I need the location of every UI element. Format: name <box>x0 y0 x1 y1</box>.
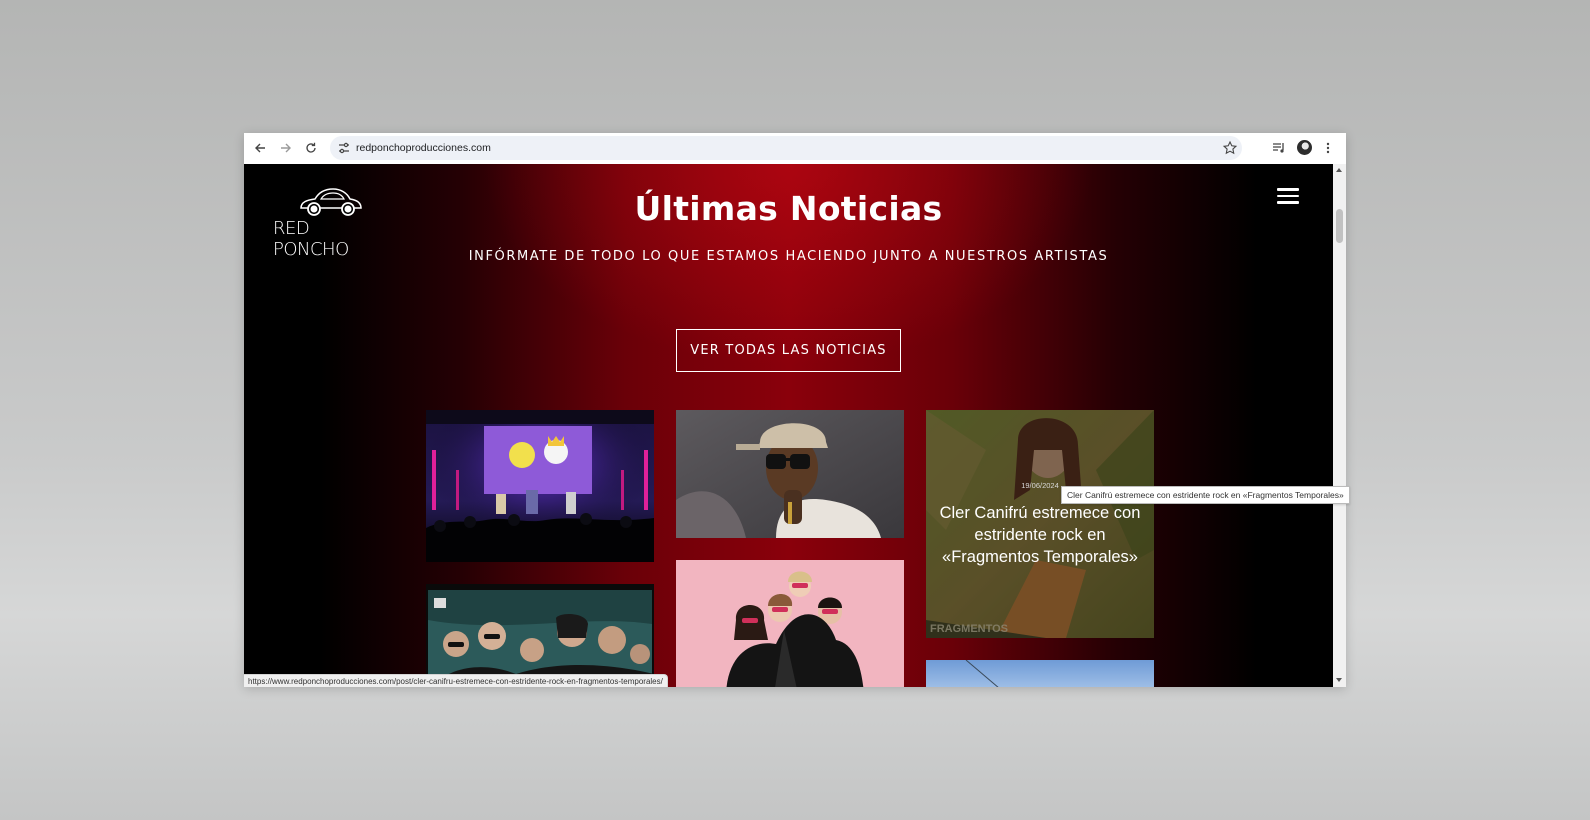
forward-icon <box>281 143 291 153</box>
more-menu-button[interactable] <box>1319 139 1337 157</box>
url-text[interactable]: redponchoproducciones.com <box>356 136 491 160</box>
artist-sunglasses-photo <box>676 410 904 538</box>
media-control-icon <box>1273 143 1284 153</box>
page-title: Últimas Noticias <box>634 189 943 228</box>
browser-toolbar: redponchoproducciones.com <box>244 133 1346 163</box>
news-card-6[interactable] <box>926 660 1154 687</box>
hamburger-menu-icon[interactable] <box>1277 188 1299 206</box>
back-icon <box>255 143 265 153</box>
concert-stage-photo <box>426 410 654 562</box>
bookmark-star-icon[interactable] <box>1222 140 1238 156</box>
media-control-button[interactable] <box>1270 139 1288 157</box>
news-card-5[interactable] <box>676 560 904 687</box>
scroll-thumb[interactable] <box>1336 209 1343 243</box>
site-settings-icon[interactable] <box>336 140 352 156</box>
page-scrollbar[interactable] <box>1333 164 1346 687</box>
more-menu-icon <box>1326 142 1330 154</box>
pink-band-photo <box>676 560 904 687</box>
profile-avatar[interactable] <box>1297 140 1312 155</box>
view-all-news-button[interactable]: VER TODAS LAS NOTICIAS <box>676 329 901 372</box>
news-card-2[interactable] <box>676 410 904 538</box>
news-card-4[interactable] <box>426 584 654 687</box>
status-bar-url: https://www.redponchoproducciones.com/po… <box>244 674 668 687</box>
reload-button[interactable] <box>302 139 320 157</box>
address-bar[interactable]: redponchoproducciones.com <box>330 136 1242 160</box>
scroll-down-arrow[interactable] <box>1336 678 1342 682</box>
post-date: 19/06/2024 <box>1021 480 1059 490</box>
band-group-photo <box>426 584 654 687</box>
sky-photo <box>926 660 1154 687</box>
link-tooltip: Cler Canifrú estremece con estridente ro… <box>1061 486 1350 504</box>
reload-icon <box>306 142 316 153</box>
page-content: RED PONCHO Últimas Noticias INFÓRMATE DE… <box>244 164 1333 687</box>
card-hover-overlay[interactable]: 19/06/2024 Cler Canifrú estremece con es… <box>926 410 1154 638</box>
page-subtitle: INFÓRMATE DE TODO LO QUE ESTAMOS HACIEND… <box>468 249 1109 264</box>
news-card-1[interactable] <box>426 410 654 562</box>
post-title[interactable]: Cler Canifrú estremece con estridente ro… <box>936 502 1144 568</box>
back-button[interactable] <box>251 139 269 157</box>
scroll-up-arrow[interactable] <box>1336 168 1342 172</box>
forward-button[interactable] <box>277 139 295 157</box>
browser-window: redponchoproducciones.com RED PONCHO Últ… <box>244 133 1346 687</box>
news-card-3[interactable]: FRAGMENTOS 19/06/2024 Cler Canifrú estre… <box>926 410 1154 638</box>
